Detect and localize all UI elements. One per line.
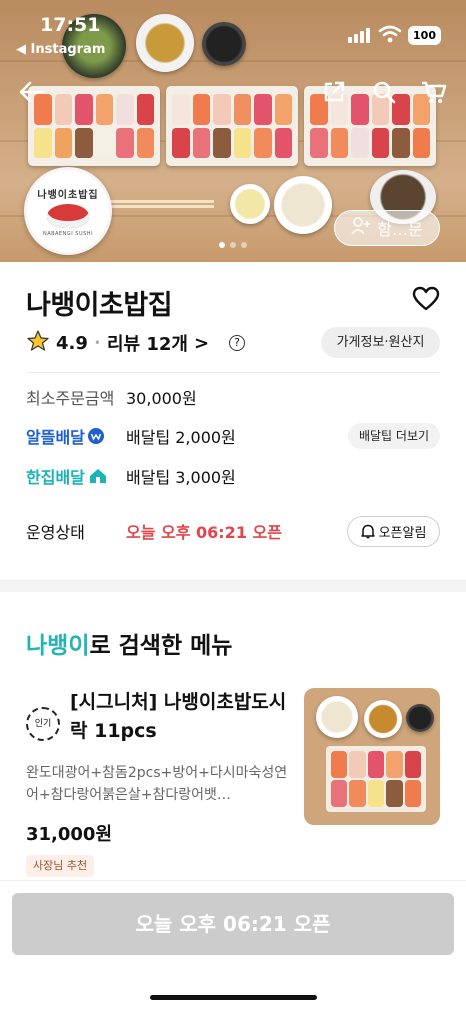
logo-subtext: NABAENGI SUSHI [42,230,94,237]
menu-item-price: 31,000원 [26,824,113,845]
wifi-icon [378,24,402,48]
alttle-delivery-row: 알뜰배달 배달팁 2,000원 [26,424,236,448]
section-divider [0,580,466,592]
min-order-label: 최소주문금액 [26,389,115,408]
search-icon[interactable] [368,76,400,108]
rating-value: 4.9 [56,332,88,354]
bowl-image [316,696,358,738]
store-info-button[interactable]: 가게정보·원산지 [321,327,440,358]
bowl-image [364,700,402,738]
min-order-row: 최소주문금액 30,000원 [26,385,197,409]
chopsticks-image [104,200,214,203]
add-user-icon [351,217,371,239]
battery-indicator: 100 [408,26,441,45]
favorite-heart-icon[interactable] [412,286,440,316]
home-indicator[interactable] [150,995,317,1000]
bowl-image [406,704,434,732]
back-arrow-icon[interactable] [16,76,48,108]
store-hero-image: 나뱅이초밥집 NABAENGI SUSHI 17:51 ◀ Instagram … [0,0,466,262]
sushi-tray-image [166,86,298,166]
min-order-value: 30,000원 [126,389,197,408]
open-alarm-label: 오픈알림 [378,526,427,541]
hanjip-delivery-brand: 한집배달 [26,464,126,488]
bell-icon [360,524,375,539]
menu-item-description: 완도대광어+참돔2pcs+방어+다시마숙성연어+참다랑어붉은살+참다랑어뱃… [26,765,288,803]
alttle-delivery-tip: 배달팁 2,000원 [126,428,236,447]
carousel-dot [219,242,225,248]
alttle-delivery-label: 알뜰배달 [26,428,85,447]
hanjip-delivery-row: 한집배달 배달팁 3,000원 [26,464,236,488]
store-name: 나뱅이초밥집 [26,290,173,321]
operation-status-row: 운영상태 오늘 오후 06:21 오픈 [26,519,282,543]
search-keyword: 나뱅이 [26,633,90,659]
back-to-instagram[interactable]: ◀ Instagram [16,42,105,57]
bottom-action-bar: 오늘 오후 06:21 오픈 [0,880,466,1009]
signal-icon [348,28,370,43]
sushi-tray-image [326,746,426,812]
bowl-image [274,176,332,234]
cart-icon[interactable] [418,76,450,108]
hanjip-delivery-label: 한집배달 [26,468,85,487]
share-icon[interactable] [318,76,350,108]
operation-status-label: 운영상태 [26,523,85,542]
open-time-button[interactable]: 오늘 오후 06:21 오픈 [12,893,454,955]
open-alarm-button[interactable]: 오픈알림 [347,516,440,547]
review-count-link[interactable]: 리뷰 12개 [107,330,188,356]
help-icon[interactable]: ? [229,335,246,351]
fish-icon [47,203,89,228]
group-order-button[interactable]: 함…문 [334,210,440,246]
alttle-delivery-brand: 알뜰배달 [26,424,126,448]
divider [26,372,440,373]
chevron-right-icon[interactable]: > [194,333,209,354]
star-icon [26,329,50,358]
bowl-image [230,184,270,224]
house-icon [89,469,106,483]
carousel-indicator [0,242,466,248]
carousel-dot [230,242,236,248]
menu-item-image [304,688,440,825]
delivery-tip-more-button[interactable]: 배달팁 더보기 [348,423,440,449]
menu-item-title: [시그니처] 나뱅이초밥도시락 11pcs [70,691,287,742]
hanjip-delivery-tip: 배달팁 3,000원 [126,468,236,487]
status-bar: 17:51 ◀ Instagram 100 [0,0,466,64]
status-time: 17:51 [40,14,101,36]
search-title-rest: 로 검색한 메뉴 [89,633,233,659]
carousel-dot [241,242,247,248]
group-order-label: 함…문 [377,220,423,239]
menu-item[interactable]: 인기 [시그니처] 나뱅이초밥도시락 11pcs 완도대광어+참돔2pcs+방어… [26,688,440,878]
logo-text: 나뱅이초밥집 [37,189,99,201]
popular-badge: 인기 [26,707,60,741]
alttle-w-icon [87,428,104,444]
rating-row: 4.9 • 리뷰 12개 > ? [26,329,246,358]
search-result-title: 나뱅이로 검색한 메뉴 [26,626,232,660]
separator-dot: • [93,336,101,350]
owner-recommend-tag: 사장님 추천 [26,855,95,877]
operation-status-value: 오늘 오후 06:21 오픈 [126,523,282,542]
